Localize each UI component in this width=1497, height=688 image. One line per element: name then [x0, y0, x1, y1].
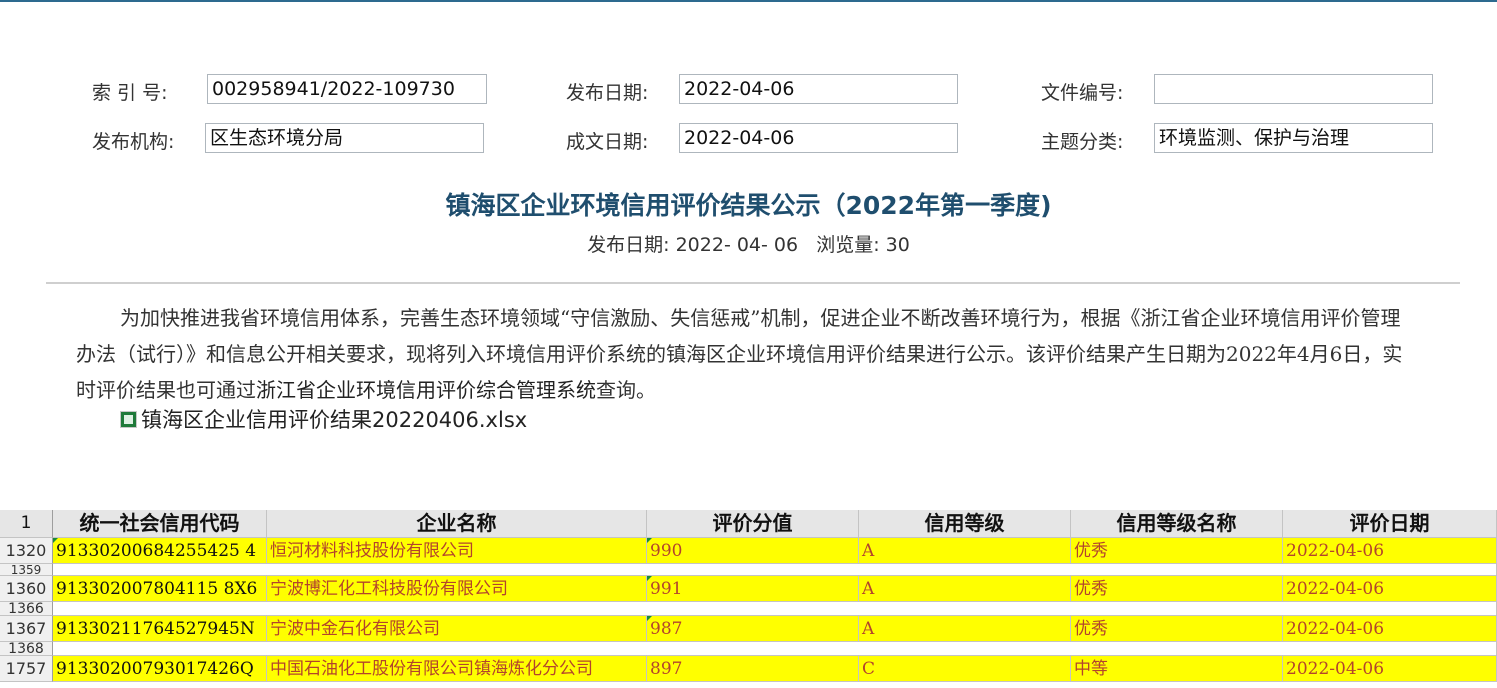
- publish-date-field[interactable]: 2022-04-06: [679, 74, 958, 104]
- org-label: 发布机构:: [92, 131, 175, 153]
- grade-cell: A: [859, 576, 1071, 602]
- sheet-header-row: 1 统一社会信用代码 企业名称 评价分值 信用等级 信用等级名称 评价日期: [0, 510, 1497, 538]
- paragraph-tail: 查询。: [596, 378, 656, 402]
- credit-code-cell: 913302007804115 8X6: [53, 576, 267, 602]
- credit-code-cell: 91330211764527945N: [53, 616, 267, 642]
- row-number: 1366: [0, 602, 53, 616]
- date-cell: 2022-04-06: [1283, 616, 1497, 642]
- table-row: 1368: [0, 642, 1497, 656]
- grade-cell: C: [859, 656, 1071, 682]
- credit-code-cell: 91330200684255425 4: [53, 538, 267, 564]
- views-count: 30: [885, 234, 910, 256]
- table-row: 1367 91330211764527945N 宁波中金石化有限公司 987 A…: [0, 616, 1497, 642]
- credit-system-link[interactable]: 浙江省企业环境信用评价综合管理系统: [256, 378, 596, 402]
- date-cell: 2022-04-06: [1283, 538, 1497, 564]
- attachment-link[interactable]: 镇海区企业信用评价结果20220406.xlsx: [120, 404, 527, 434]
- org-field[interactable]: 区生态环境分局: [205, 123, 484, 153]
- publish-date-text: 2022- 04- 06: [675, 234, 799, 256]
- grade-name-cell: 优秀: [1071, 616, 1283, 642]
- grade-name-cell: 优秀: [1071, 576, 1283, 602]
- written-date-label: 成文日期:: [566, 131, 649, 153]
- column-header: 统一社会信用代码: [53, 510, 267, 538]
- column-header: 企业名称: [267, 510, 647, 538]
- date-cell: 2022-04-06: [1283, 656, 1497, 682]
- views-caption: 浏览量:: [816, 234, 880, 256]
- grade-cell: A: [859, 538, 1071, 564]
- publish-date-caption: 发布日期:: [587, 234, 670, 256]
- row-number: 1359: [0, 564, 53, 576]
- file-no-field[interactable]: [1154, 74, 1433, 104]
- table-row: 1359: [0, 564, 1497, 576]
- grade-name-cell: 优秀: [1071, 538, 1283, 564]
- article-title: 镇海区企业环境信用评价结果公示（2022年第一季度): [445, 191, 1052, 220]
- empty-row: [53, 602, 1497, 616]
- credit-code-cell: 91330200793017426Q: [53, 656, 267, 682]
- attachment-filename[interactable]: 镇海区企业信用评价结果20220406.xlsx: [141, 408, 527, 432]
- topic-label: 主题分类:: [1041, 131, 1124, 153]
- row-number: 1: [0, 510, 53, 538]
- column-header: 信用等级: [859, 510, 1071, 538]
- score-cell: 897: [647, 656, 859, 682]
- column-header: 信用等级名称: [1071, 510, 1283, 538]
- table-row: 1360 913302007804115 8X6 宁波博汇化工科技股份有限公司 …: [0, 576, 1497, 602]
- column-header: 评价分值: [647, 510, 859, 538]
- table-row: 1757 91330200793017426Q 中国石油化工股份有限公司镇海炼化…: [0, 656, 1497, 682]
- article-paragraph: 为加快推进我省环境信用体系，完善生态环境领域“守信激励、失信惩戒”机制，促进企业…: [76, 300, 1416, 408]
- empty-row: [53, 642, 1497, 656]
- topic-field[interactable]: 环境监测、保护与治理: [1154, 123, 1433, 153]
- article-subline: 发布日期: 2022- 04- 06 浏览量: 30: [0, 230, 1497, 257]
- company-name-cell: 中国石油化工股份有限公司镇海炼化分公司: [267, 656, 647, 682]
- table-row: 1320 91330200684255425 4 恒河材料科技股份有限公司 99…: [0, 538, 1497, 564]
- score-cell: 991: [647, 576, 859, 602]
- excel-file-icon: [120, 411, 137, 428]
- empty-row: [53, 564, 1497, 576]
- index-label: 索 引 号:: [92, 82, 168, 104]
- company-name-cell: 宁波博汇化工科技股份有限公司: [267, 576, 647, 602]
- row-number: 1360: [0, 576, 53, 602]
- score-cell: 987: [647, 616, 859, 642]
- written-date-field[interactable]: 2022-04-06: [679, 123, 958, 153]
- score-cell: 990: [647, 538, 859, 564]
- row-number: 1320: [0, 538, 53, 564]
- grade-name-cell: 中等: [1071, 656, 1283, 682]
- date-cell: 2022-04-06: [1283, 576, 1497, 602]
- column-header: 评价日期: [1283, 510, 1497, 538]
- file-no-label: 文件编号:: [1041, 82, 1124, 104]
- row-number: 1367: [0, 616, 53, 642]
- divider: [46, 282, 1460, 284]
- company-name-cell: 恒河材料科技股份有限公司: [267, 538, 647, 564]
- table-row: 1366: [0, 602, 1497, 616]
- grade-cell: A: [859, 616, 1071, 642]
- row-number: 1368: [0, 642, 53, 656]
- index-field[interactable]: 002958941/2022-109730: [207, 74, 487, 104]
- row-number: 1757: [0, 656, 53, 682]
- company-name-cell: 宁波中金石化有限公司: [267, 616, 647, 642]
- top-accent-line: [0, 0, 1497, 2]
- spreadsheet: 1 统一社会信用代码 企业名称 评价分值 信用等级 信用等级名称 评价日期 13…: [0, 510, 1497, 688]
- publish-date-label: 发布日期:: [566, 82, 649, 104]
